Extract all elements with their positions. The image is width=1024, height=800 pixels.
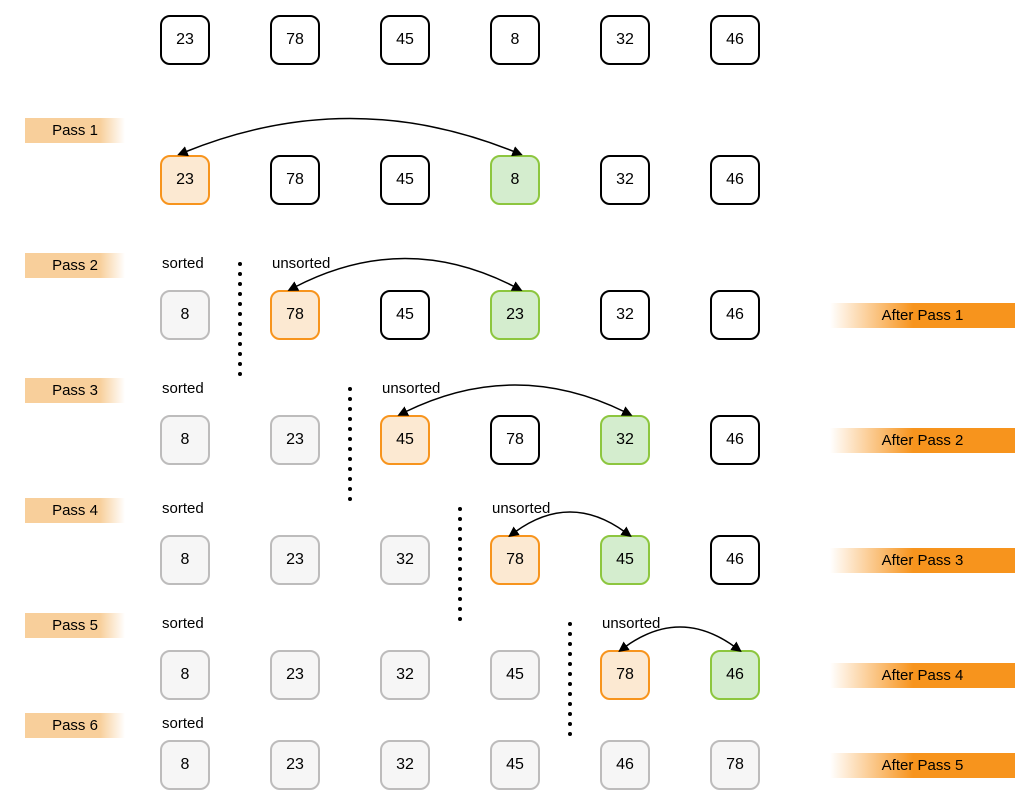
divider-dots: [568, 622, 572, 736]
pass-label-2: Pass 2: [25, 253, 125, 278]
array-cell-min: 23: [490, 290, 540, 340]
array-cell: 45: [380, 15, 430, 65]
divider-dots: [238, 262, 242, 376]
array-cell-sorted: 8: [160, 415, 210, 465]
unsorted-label: unsorted: [272, 255, 330, 272]
array-cell: 78: [490, 415, 540, 465]
array-cell-sorted: 32: [380, 650, 430, 700]
array-cell: 46: [710, 155, 760, 205]
sorted-label: sorted: [162, 615, 204, 632]
array-cell-current: 78: [490, 535, 540, 585]
array-cell: 45: [380, 155, 430, 205]
array-cell: 46: [710, 290, 760, 340]
array-cell-current: 78: [270, 290, 320, 340]
array-cell: 32: [600, 155, 650, 205]
array-cell-sorted: 45: [490, 650, 540, 700]
array-cell: 78: [270, 155, 320, 205]
after-pass-label-3: After Pass 3: [830, 548, 1015, 573]
after-pass-label-4: After Pass 4: [830, 663, 1015, 688]
array-cell-sorted: 8: [160, 740, 210, 790]
pass-label-4: Pass 4: [25, 498, 125, 523]
array-cell-sorted: 8: [160, 650, 210, 700]
sorted-label: sorted: [162, 500, 204, 517]
array-cell-sorted: 23: [270, 535, 320, 585]
unsorted-label: unsorted: [382, 380, 440, 397]
array-cell: 46: [710, 535, 760, 585]
pass-label-6: Pass 6: [25, 713, 125, 738]
array-cell-sorted: 32: [380, 740, 430, 790]
array-cell-sorted: 8: [160, 535, 210, 585]
array-cell-sorted: 23: [270, 650, 320, 700]
array-cell-sorted: 32: [380, 535, 430, 585]
array-cell: 46: [710, 415, 760, 465]
divider-dots: [458, 507, 462, 621]
array-cell: 32: [600, 15, 650, 65]
after-pass-label-5: After Pass 5: [830, 753, 1015, 778]
array-cell: 23: [160, 15, 210, 65]
array-cell-current: 23: [160, 155, 210, 205]
array-cell-current: 78: [600, 650, 650, 700]
array-cell: 45: [380, 290, 430, 340]
unsorted-label: unsorted: [492, 500, 550, 517]
array-cell-min: 8: [490, 155, 540, 205]
array-cell-sorted: 23: [270, 415, 320, 465]
array-cell-min: 46: [710, 650, 760, 700]
array-cell-min: 32: [600, 415, 650, 465]
divider-dots: [348, 387, 352, 501]
array-cell-min: 45: [600, 535, 650, 585]
sorted-label: sorted: [162, 715, 204, 732]
sorted-label: sorted: [162, 255, 204, 272]
sorted-label: sorted: [162, 380, 204, 397]
array-cell-sorted: 8: [160, 290, 210, 340]
array-cell-sorted: 78: [710, 740, 760, 790]
after-pass-label-2: After Pass 2: [830, 428, 1015, 453]
pass-label-5: Pass 5: [25, 613, 125, 638]
array-cell-sorted: 23: [270, 740, 320, 790]
array-cell-sorted: 45: [490, 740, 540, 790]
pass-label-3: Pass 3: [25, 378, 125, 403]
array-cell: 78: [270, 15, 320, 65]
after-pass-label-1: After Pass 1: [830, 303, 1015, 328]
array-cell: 8: [490, 15, 540, 65]
array-cell: 46: [710, 15, 760, 65]
array-cell-sorted: 46: [600, 740, 650, 790]
pass-label-1: Pass 1: [25, 118, 125, 143]
array-cell-current: 45: [380, 415, 430, 465]
unsorted-label: unsorted: [602, 615, 660, 632]
selection-sort-diagram: Pass 1 Pass 2 Pass 3 Pass 4 Pass 5 Pass …: [0, 0, 1024, 800]
array-cell: 32: [600, 290, 650, 340]
